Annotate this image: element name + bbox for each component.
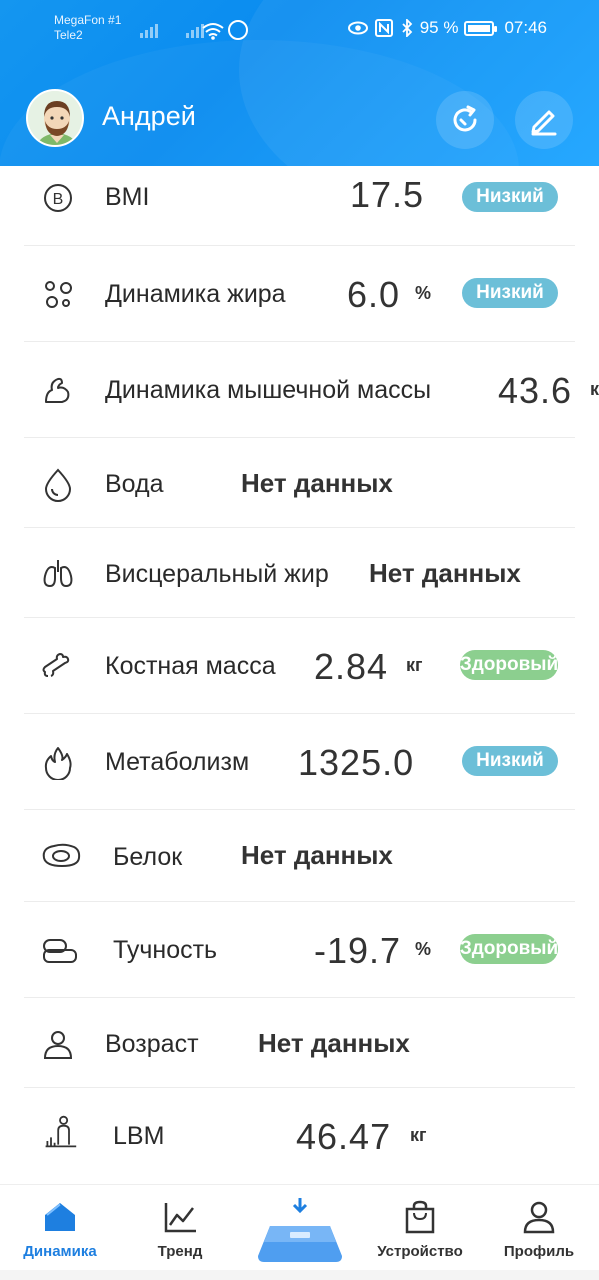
sync-button[interactable] bbox=[436, 91, 494, 149]
metric-row-age[interactable]: Возраст Нет данных bbox=[0, 998, 599, 1088]
metric-label: Висцеральный жир bbox=[105, 560, 329, 588]
signal-1-icon bbox=[140, 20, 158, 38]
weigh-scale-button[interactable] bbox=[256, 1196, 344, 1268]
status-right: 95 % 07:46 bbox=[347, 18, 547, 38]
bmi-icon: B bbox=[44, 184, 72, 212]
clock: 07:46 bbox=[504, 18, 547, 37]
edit-button[interactable] bbox=[515, 91, 573, 149]
metric-row-fat[interactable]: Динамика жира 6.0 % Низкий bbox=[0, 246, 599, 342]
metric-label: Тучность bbox=[113, 936, 218, 964]
status-badge: Здоровый bbox=[460, 934, 558, 964]
carrier-2: Tele2 bbox=[54, 28, 83, 42]
lungs-icon bbox=[43, 560, 73, 588]
metric-row-bone[interactable]: Костная масса 2.84 кг Здоровый bbox=[0, 618, 599, 714]
metric-row-obesity[interactable]: Тучность -19.7 % Здоровый bbox=[0, 902, 599, 998]
nav-item-trend[interactable]: Тренд bbox=[130, 1185, 230, 1280]
metric-unit: кг bbox=[406, 655, 423, 675]
fat-icon bbox=[45, 281, 72, 308]
svg-text:B: B bbox=[53, 191, 64, 208]
metric-row-protein[interactable]: Белок Нет данных bbox=[0, 810, 599, 902]
avatar[interactable] bbox=[26, 89, 84, 147]
home-icon bbox=[45, 1203, 75, 1231]
metric-unit: кг bbox=[410, 1125, 427, 1145]
metric-unit: к bbox=[590, 379, 599, 399]
username: Андрей bbox=[102, 101, 196, 131]
metric-value: -19.7 bbox=[314, 930, 402, 971]
flame-icon bbox=[44, 747, 72, 780]
nav-label: Динамика bbox=[23, 1243, 97, 1260]
nfc-icon bbox=[374, 19, 393, 37]
metric-label: LBM bbox=[113, 1122, 165, 1150]
metric-label: Динамика жира bbox=[105, 280, 286, 308]
obesity-icon bbox=[43, 939, 77, 963]
profile-icon bbox=[523, 1201, 555, 1234]
metric-unit: % bbox=[415, 283, 432, 303]
metric-value: Нет данных bbox=[241, 468, 393, 498]
protein-icon bbox=[42, 843, 81, 868]
battery-percent: 95 % bbox=[419, 18, 459, 37]
status-badge: Низкий bbox=[462, 182, 558, 212]
metric-row-bmi[interactable]: B BMI 17.5 Низкий bbox=[0, 166, 599, 246]
metric-value: Нет данных bbox=[258, 1028, 410, 1058]
carrier-info: MegaFon #1 Tele2 bbox=[54, 13, 121, 43]
bluetooth-icon bbox=[402, 19, 412, 37]
metric-value: 1325.0 bbox=[298, 742, 415, 783]
shopping-bag-icon bbox=[405, 1200, 435, 1234]
status-badge: Низкий bbox=[462, 746, 558, 776]
metric-value: 43.6 bbox=[498, 370, 573, 411]
metric-label: Вода bbox=[105, 470, 164, 498]
metric-row-lbm[interactable]: LBM 46.47 кг bbox=[0, 1088, 599, 1184]
battery-icon bbox=[464, 20, 498, 36]
metric-value: 17.5 bbox=[350, 174, 425, 215]
person-icon bbox=[43, 1031, 73, 1059]
metric-row-muscle[interactable]: Динамика мышечной массы 43.6 к bbox=[0, 342, 599, 438]
metric-row-metabolism[interactable]: Метаболизм 1325.0 Низкий bbox=[0, 714, 599, 810]
carrier-1: MegaFon #1 bbox=[54, 13, 122, 27]
metric-value: 46.47 bbox=[296, 1116, 392, 1157]
lbm-icon bbox=[45, 1115, 77, 1148]
pencil-icon bbox=[531, 110, 557, 136]
status-badge: Низкий bbox=[462, 278, 558, 308]
metric-label: BMI bbox=[105, 183, 150, 211]
metric-row-water[interactable]: Вода Нет данных bbox=[0, 438, 599, 528]
metric-value: 6.0 bbox=[347, 274, 401, 315]
metric-label: Белок bbox=[113, 843, 183, 871]
nav-item-device[interactable]: Устройство bbox=[370, 1185, 470, 1280]
eye-icon bbox=[347, 21, 368, 35]
wifi-icon bbox=[202, 23, 224, 40]
status-bar: MegaFon #1 Tele2 95 % 07:46 bbox=[0, 10, 599, 50]
metric-row-visceral[interactable]: Висцеральный жир Нет данных bbox=[0, 528, 599, 618]
water-drop-icon bbox=[44, 468, 72, 502]
muscle-icon bbox=[45, 377, 70, 403]
status-badge: Здоровый bbox=[460, 650, 558, 680]
nav-label: Устройство bbox=[377, 1243, 463, 1260]
bone-icon bbox=[42, 653, 70, 677]
metric-label: Динамика мышечной массы bbox=[105, 376, 432, 404]
nav-label: Тренд bbox=[157, 1243, 203, 1260]
metric-label: Костная масса bbox=[105, 652, 276, 680]
metric-label: Метаболизм bbox=[105, 748, 250, 776]
metric-value: Нет данных bbox=[369, 558, 521, 588]
metric-label: Возраст bbox=[105, 1030, 199, 1058]
metric-value: Нет данных bbox=[241, 840, 393, 870]
nav-item-dynamics[interactable]: Динамика bbox=[10, 1185, 110, 1280]
metric-value: 2.84 bbox=[314, 646, 389, 687]
trend-chart-icon bbox=[164, 1203, 196, 1233]
metric-unit: % bbox=[415, 939, 432, 959]
app-header: MegaFon #1 Tele2 95 % 07:46 Андрей bbox=[0, 0, 599, 166]
nav-item-profile[interactable]: Профиль bbox=[489, 1185, 589, 1280]
nav-label: Профиль bbox=[503, 1243, 575, 1260]
whatsapp-icon bbox=[228, 20, 248, 40]
refresh-icon bbox=[453, 105, 477, 132]
signal-icons bbox=[140, 20, 204, 38]
